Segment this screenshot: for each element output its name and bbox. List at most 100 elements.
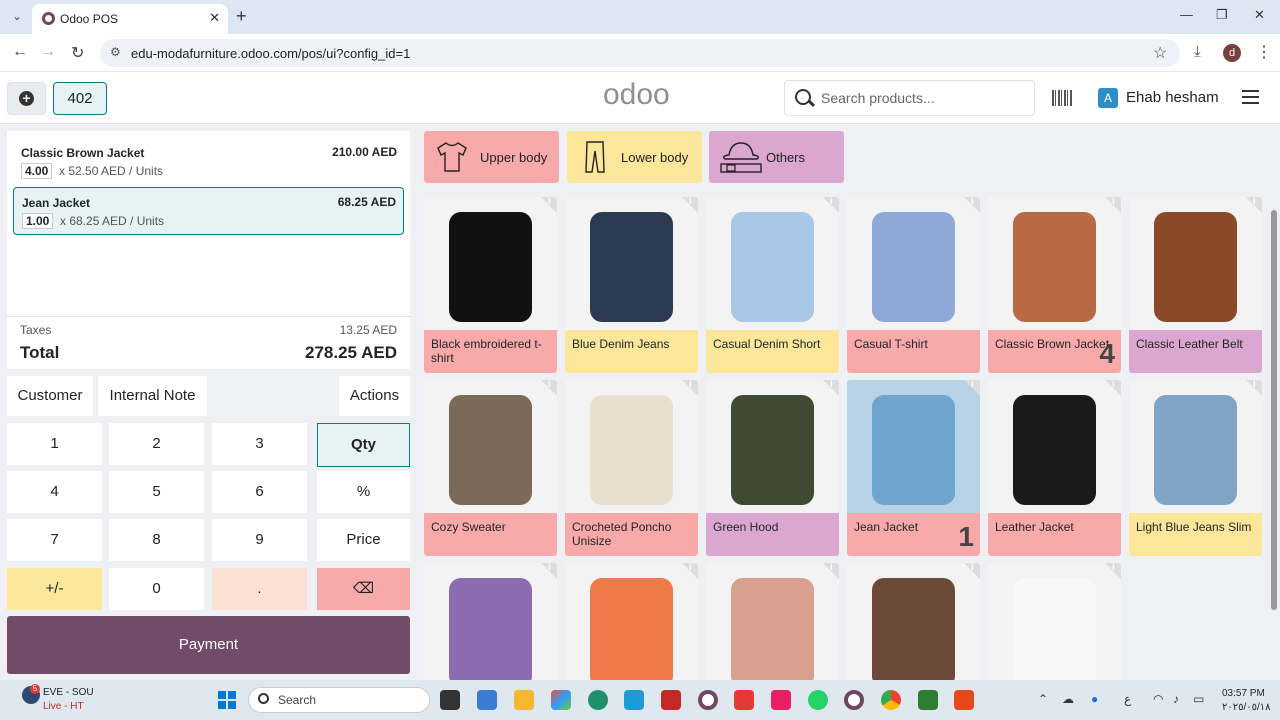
forward-icon[interactable]: → (40, 43, 56, 61)
product-info-icon[interactable] (823, 380, 839, 396)
app-icon[interactable] (918, 690, 938, 710)
numpad-3[interactable]: 3 (212, 423, 307, 465)
product-card[interactable]: Cozy Sweater (424, 380, 557, 556)
product-card[interactable] (988, 563, 1121, 680)
numpad-0[interactable]: 0 (109, 568, 204, 610)
edge-icon[interactable] (588, 690, 608, 710)
reload-icon[interactable]: ↻ (71, 43, 84, 63)
odoo-app-icon[interactable] (698, 690, 718, 710)
backspace-icon[interactable]: ⌫ (317, 568, 410, 610)
order-line[interactable]: Classic Brown Jacket 210.00 AED 4.00 x 5… (13, 138, 404, 186)
product-info-icon[interactable] (541, 563, 557, 579)
product-info-icon[interactable] (1105, 380, 1121, 396)
barcode-icon[interactable] (1052, 90, 1072, 106)
discount-mode-button[interactable]: % (317, 471, 410, 513)
product-card[interactable]: Green Hood (706, 380, 839, 556)
product-info-icon[interactable] (682, 563, 698, 579)
product-info-icon[interactable] (964, 380, 980, 396)
plus-minus-button[interactable]: +/- (7, 568, 102, 610)
security-app-icon[interactable] (661, 690, 681, 710)
numpad-7[interactable]: 7 (7, 519, 102, 561)
new-tab-icon[interactable]: + (236, 6, 247, 27)
address-bar[interactable]: ⚙ edu-modafurniture.odoo.com/pos/ui?conf… (100, 39, 1180, 67)
customer-button[interactable]: Customer (7, 376, 93, 416)
numpad-1[interactable]: 1 (7, 423, 102, 465)
user-name[interactable]: Ehab hesham (1126, 89, 1219, 106)
tab-close-icon[interactable]: ✕ (209, 10, 220, 26)
price-mode-button[interactable]: Price (317, 519, 410, 561)
odoo-app-icon[interactable] (844, 690, 864, 710)
product-info-icon[interactable] (541, 380, 557, 396)
tab-search-chevron-icon[interactable]: ⌄ (8, 8, 26, 26)
product-info-icon[interactable] (964, 197, 980, 213)
numpad-9[interactable]: 9 (212, 519, 307, 561)
maximize-icon[interactable]: ❐ (1216, 7, 1228, 23)
clock-time[interactable]: 03:57 PM (1222, 688, 1265, 699)
product-card[interactable]: Light Blue Jeans Slim (1129, 380, 1262, 556)
category-upper-body[interactable]: Upper body (424, 131, 559, 183)
task-view-icon[interactable] (440, 690, 460, 710)
product-card[interactable]: Casual Denim Short (706, 197, 839, 373)
download-icon[interactable]: ⤓ (1194, 43, 1201, 60)
product-card[interactable] (565, 563, 698, 680)
actions-button[interactable]: Actions (339, 376, 410, 416)
wifi-icon[interactable]: ◠ (1153, 692, 1163, 706)
back-icon[interactable]: ← (12, 43, 28, 61)
qty-mode-button[interactable]: Qty (317, 423, 410, 467)
volume-icon[interactable]: ♪ (1173, 692, 1179, 706)
chrome-icon[interactable] (881, 690, 901, 710)
bookmark-star-icon[interactable]: ☆ (1153, 43, 1167, 63)
browser-menu-icon[interactable]: ⋮ (1256, 42, 1272, 62)
product-card[interactable]: Jean Jacket1 (847, 380, 980, 556)
whatsapp-icon[interactable] (808, 690, 828, 710)
url-text[interactable]: edu-modafurniture.odoo.com/pos/ui?config… (131, 46, 410, 61)
site-info-icon[interactable]: ⚙ (110, 45, 121, 59)
product-card[interactable] (424, 563, 557, 680)
window-close-icon[interactable]: ✕ (1254, 7, 1265, 23)
category-lower-body[interactable]: Lower body (567, 131, 702, 183)
product-info-icon[interactable] (1246, 380, 1262, 396)
app-icon[interactable] (954, 690, 974, 710)
product-card[interactable] (847, 563, 980, 680)
hamburger-menu-icon[interactable] (1242, 90, 1259, 104)
numpad-8[interactable]: 8 (109, 519, 204, 561)
product-card[interactable]: Black embroidered t-shirt (424, 197, 557, 373)
onedrive-icon[interactable]: ☁ (1062, 692, 1074, 706)
widget-line2[interactable]: Live - HT (43, 701, 84, 712)
product-info-icon[interactable] (541, 197, 557, 213)
product-info-icon[interactable] (823, 197, 839, 213)
product-card[interactable]: Crocheted Poncho Unisize (565, 380, 698, 556)
product-card[interactable]: Classic Brown Jacket4 (988, 197, 1121, 373)
internal-note-button[interactable]: Internal Note (98, 376, 207, 416)
product-info-icon[interactable] (1246, 197, 1262, 213)
product-card[interactable]: Casual T-shirt (847, 197, 980, 373)
file-explorer-icon[interactable] (514, 690, 534, 710)
windows-start-icon[interactable] (218, 691, 236, 709)
payment-button[interactable]: Payment (7, 616, 410, 674)
numpad-6[interactable]: 6 (212, 471, 307, 513)
browser-tab[interactable]: Odoo POS ✕ (32, 4, 228, 34)
product-card[interactable] (706, 563, 839, 680)
widget-line1[interactable]: EVE - SOU (43, 687, 94, 698)
numpad-5[interactable]: 5 (109, 471, 204, 513)
product-card[interactable]: Blue Denim Jeans (565, 197, 698, 373)
minimize-icon[interactable]: — (1180, 7, 1193, 22)
category-others[interactable]: Others (709, 131, 844, 183)
order-tab[interactable]: 402 (53, 82, 107, 115)
microphone-icon[interactable]: ● (1091, 692, 1098, 706)
numpad-2[interactable]: 2 (109, 423, 204, 465)
product-info-icon[interactable] (964, 563, 980, 579)
decimal-button[interactable]: . (212, 568, 307, 610)
search-products-input[interactable]: Search products... (784, 80, 1035, 116)
taskbar-search-box[interactable] (248, 687, 430, 713)
calculator-icon[interactable] (477, 690, 497, 710)
copilot-icon[interactable] (551, 690, 571, 710)
user-avatar[interactable]: A (1098, 88, 1118, 108)
product-info-icon[interactable] (682, 197, 698, 213)
app-icon[interactable] (734, 690, 754, 710)
language-indicator[interactable]: ع (1124, 692, 1131, 706)
taskbar-search-label[interactable]: Search (278, 693, 316, 707)
profile-avatar[interactable]: d (1223, 44, 1241, 62)
product-info-icon[interactable] (1105, 563, 1121, 579)
tray-chevron-icon[interactable]: ⌃ (1038, 692, 1048, 706)
